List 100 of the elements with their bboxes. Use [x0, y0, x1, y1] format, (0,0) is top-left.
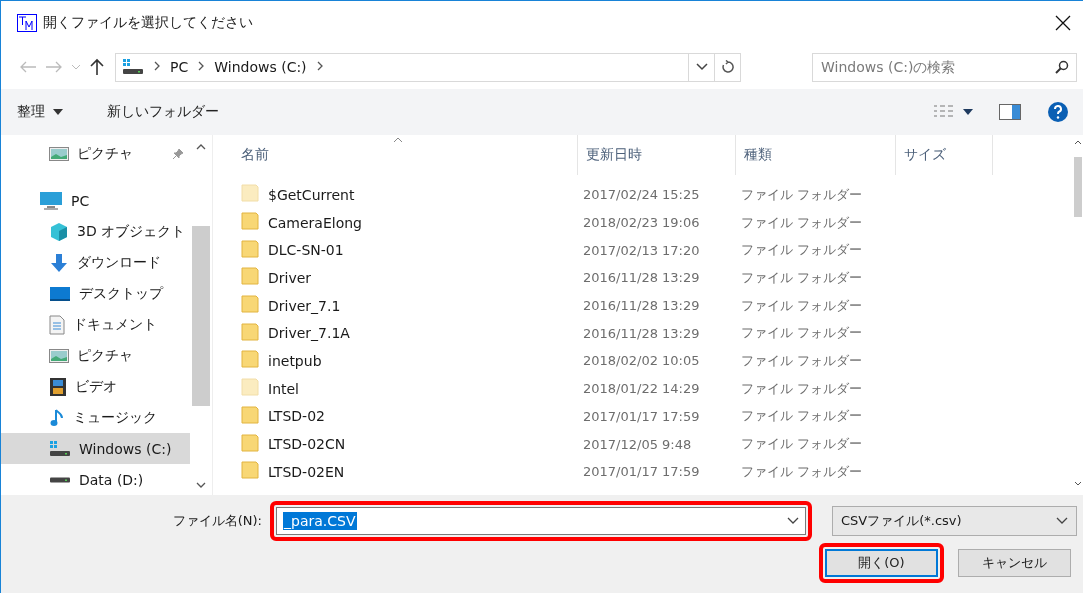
folder-icon [241, 461, 259, 480]
modified-date: 2017/02/24 15:25 [582, 187, 701, 203]
chevron-right-icon [198, 61, 205, 71]
column-header[interactable]: 名前 [233, 135, 578, 175]
file-name[interactable]: $GetCurrent [268, 186, 355, 203]
file-name[interactable]: inetpub [268, 352, 322, 369]
sidebar-item[interactable]: PC [1, 185, 190, 217]
picture-icon [49, 146, 69, 163]
file-name[interactable]: CameraElong [268, 214, 362, 231]
sidebar-item[interactable]: 3D オブジェクト [1, 216, 190, 248]
modified-date: 2017/12/05 9:48 [582, 436, 693, 452]
file-name[interactable]: LTSD-02CN [268, 436, 346, 453]
cube-icon [49, 222, 69, 243]
file-name[interactable]: Intel [268, 380, 299, 397]
forward-arrow-icon [45, 60, 63, 74]
file-type-select[interactable]: CSVファイル(*.csv) [832, 506, 1077, 536]
sidebar-item[interactable]: ピクチャ [1, 139, 190, 170]
file-name[interactable]: DLC-SN-01 [268, 242, 344, 259]
file-name[interactable]: LTSD-02EN [268, 463, 345, 480]
windows-drive-icon [122, 59, 144, 75]
file-type: ファイル フォルダー [740, 407, 864, 426]
back-arrow-icon [19, 60, 37, 74]
sidebar-item[interactable]: ビデオ [1, 371, 190, 403]
drive-icon [49, 476, 71, 483]
scroll-down-icon [196, 481, 206, 489]
file-type: ファイル フォルダー [740, 324, 864, 343]
file-type: ファイル フォルダー [740, 462, 864, 481]
breadcrumb-item[interactable]: Windows (C:) [214, 59, 307, 75]
file-name[interactable]: Driver [268, 269, 312, 286]
file-type: ファイル フォルダー [740, 296, 864, 315]
folder-icon [241, 378, 259, 397]
file-name[interactable]: Driver_7.1A [268, 325, 350, 342]
file-name-field[interactable]: _para.CSV [276, 507, 806, 535]
file-type: ファイル フォルダー [740, 435, 864, 454]
file-type: ファイル フォルダー [740, 185, 864, 204]
sidebar-item[interactable]: Windows (C:) [1, 433, 190, 465]
file-name-label: ファイル名(N): [172, 512, 262, 530]
column-header[interactable]: 種類 [736, 135, 896, 175]
sidebar-item[interactable]: ミュージック [1, 402, 190, 434]
sidebar-item[interactable]: デスクトップ [1, 278, 190, 310]
folder-icon [241, 322, 259, 341]
chevron-down-icon [1056, 517, 1068, 525]
folder-icon [241, 212, 259, 231]
organize-menu-button[interactable]: 整理 [15, 99, 65, 125]
sidebar-item[interactable]: ダウンロード [1, 247, 190, 279]
desktop-icon [49, 286, 71, 303]
file-type: ファイル フォルダー [740, 351, 864, 370]
modified-date: 2016/11/28 13:29 [582, 298, 701, 314]
music-note-icon [49, 407, 65, 428]
scroll-up-icon [1074, 139, 1082, 145]
refresh-icon [720, 60, 735, 74]
folder-icon [241, 295, 259, 314]
file-type: ファイル フォルダー [740, 213, 864, 232]
close-icon [1055, 15, 1071, 31]
chevron-right-icon [154, 61, 160, 71]
caret-down-icon [53, 109, 63, 115]
folder-icon [241, 433, 259, 452]
file-type: ファイル フォルダー [740, 268, 864, 287]
down-arrow-icon [49, 253, 69, 274]
address-bar[interactable]: PC Windows (C:) [115, 52, 741, 82]
help-icon [1047, 101, 1069, 123]
chevron-right-icon [316, 61, 323, 71]
modified-date: 2017/02/13 17:20 [582, 242, 701, 258]
folder-icon [241, 405, 259, 424]
open-button[interactable]: 開く(O) [825, 549, 938, 577]
up-arrow-icon [89, 58, 105, 76]
sidebar-item[interactable]: Data (D:) [1, 464, 190, 495]
scroll-down-icon [1074, 481, 1082, 487]
file-name[interactable]: LTSD-02 [268, 408, 325, 425]
modified-date: 2018/01/22 14:29 [582, 381, 701, 397]
computer-icon [39, 191, 63, 212]
modified-date: 2017/01/17 17:59 [582, 408, 701, 424]
column-header[interactable]: 更新日時 [578, 135, 736, 175]
file-name[interactable]: Driver_7.1 [268, 297, 341, 314]
preview-pane-icon [999, 104, 1021, 120]
film-icon [49, 376, 67, 397]
search-icon [1055, 59, 1069, 74]
breadcrumb-item[interactable]: PC [170, 59, 189, 75]
cancel-button[interactable]: キャンセル [958, 549, 1071, 577]
search-field[interactable]: Windows (C:)の検索 [812, 52, 1077, 82]
scrollbar-thumb[interactable] [1074, 157, 1082, 217]
picture-icon [49, 347, 69, 364]
windows-drive-icon [49, 440, 71, 457]
sidebar-item[interactable]: ドキュメント [1, 309, 190, 341]
scrollbar-thumb[interactable] [192, 226, 210, 406]
sidebar-item[interactable]: ピクチャ [1, 340, 190, 372]
chevron-down-icon [787, 517, 799, 525]
folder-icon [241, 184, 259, 203]
file-type: ファイル フォルダー [740, 241, 864, 260]
caret-down-icon [963, 109, 973, 115]
modified-date: 2018/02/02 10:05 [582, 353, 701, 369]
window-title: 開くファイルを選択してください [43, 14, 254, 32]
modified-date: 2016/11/28 13:29 [582, 270, 701, 286]
folder-icon [241, 267, 259, 286]
modified-date: 2018/02/23 19:06 [582, 215, 701, 231]
new-folder-button[interactable]: 新しいフォルダー [105, 99, 221, 125]
scroll-up-icon [196, 143, 206, 151]
chevron-down-icon [695, 63, 708, 71]
details-view-icon [933, 104, 955, 120]
column-header[interactable]: サイズ [896, 135, 993, 175]
